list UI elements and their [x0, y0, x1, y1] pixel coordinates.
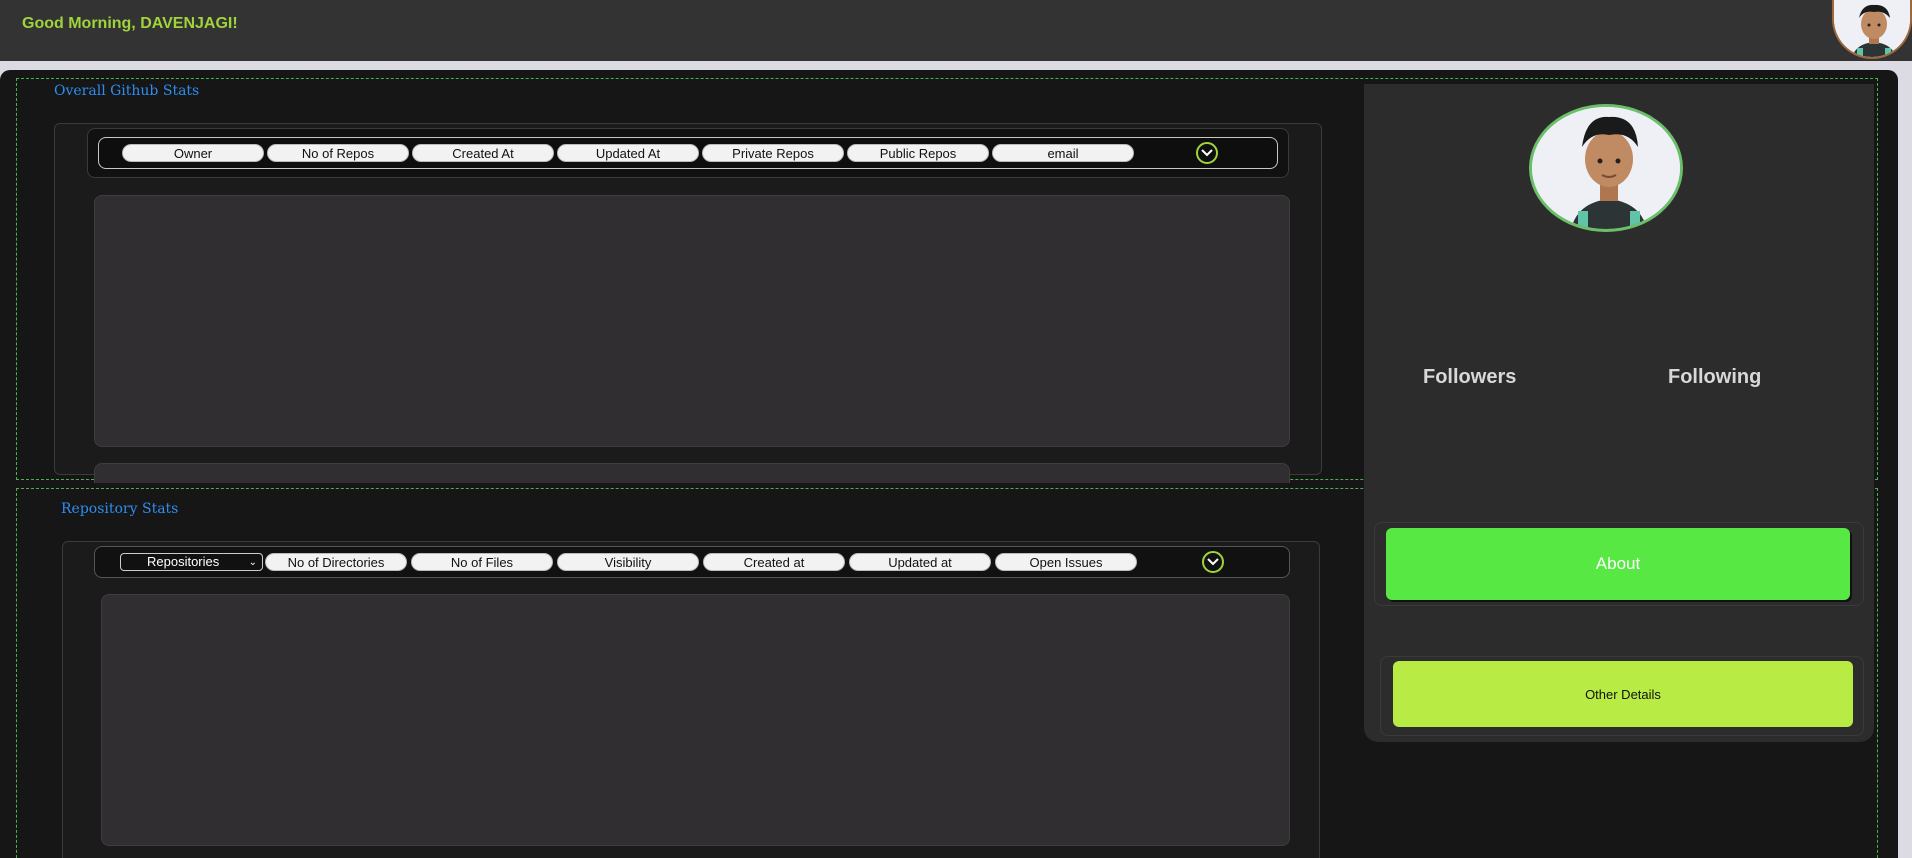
other-details-button[interactable]: Other Details	[1393, 661, 1853, 727]
profile-card: Followers Following About Other Details	[1364, 84, 1874, 742]
column-private-repos[interactable]: Private Repos	[702, 144, 844, 162]
overall-header-bar: Owner No of Repos Created At Updated At …	[98, 137, 1278, 169]
column-no-of-repos[interactable]: No of Repos	[267, 144, 409, 162]
chevron-down-icon	[1207, 558, 1219, 566]
overall-stats-title: Overall Github Stats	[54, 83, 200, 99]
column-public-repos[interactable]: Public Repos	[847, 144, 989, 162]
avatar-icon	[1532, 107, 1680, 229]
column-created-at[interactable]: Created At	[412, 144, 554, 162]
repository-stats-content	[101, 594, 1290, 846]
greeting-text: Good Morning, DAVENJAGI!	[22, 15, 238, 32]
chevron-down-icon: ⌄	[248, 557, 257, 568]
column-no-of-directories[interactable]: No of Directories	[265, 553, 407, 571]
about-button[interactable]: About	[1386, 528, 1850, 600]
overall-header-bar-outer: Owner No of Repos Created At Updated At …	[87, 128, 1289, 178]
column-created-at-repo[interactable]: Created at	[703, 553, 845, 571]
column-email[interactable]: email	[992, 144, 1134, 162]
column-owner[interactable]: Owner	[122, 144, 264, 162]
repository-stats-title: Repository Stats	[61, 501, 179, 517]
chevron-down-icon	[1201, 149, 1213, 157]
following-label: Following	[1668, 366, 1762, 388]
overall-stats-panel: Owner No of Repos Created At Updated At …	[54, 123, 1322, 483]
column-visibility[interactable]: Visibility	[557, 553, 699, 571]
column-updated-at[interactable]: Updated At	[557, 144, 699, 162]
column-open-issues[interactable]: Open Issues	[995, 553, 1137, 571]
expand-toggle[interactable]	[1196, 142, 1218, 164]
repo-expand-toggle[interactable]	[1202, 551, 1224, 573]
overall-stats-content-2	[94, 463, 1290, 483]
followers-label: Followers	[1423, 366, 1517, 388]
repositories-select[interactable]: Repositories ⌄	[120, 553, 263, 571]
header-avatar[interactable]	[1832, 0, 1912, 59]
column-updated-at-repo[interactable]: Updated at	[849, 553, 991, 571]
column-no-of-files[interactable]: No of Files	[411, 553, 553, 571]
repositories-select-value: Repositories	[147, 554, 220, 569]
repository-header-bar: Repositories ⌄ No of Directories No of F…	[94, 546, 1290, 578]
repository-stats-panel: Repositories ⌄ No of Directories No of F…	[62, 541, 1320, 858]
overall-stats-content	[94, 195, 1290, 447]
profile-avatar[interactable]	[1529, 104, 1683, 232]
avatar-icon	[1834, 0, 1910, 57]
top-header: Good Morning, DAVENJAGI!	[0, 0, 1912, 61]
